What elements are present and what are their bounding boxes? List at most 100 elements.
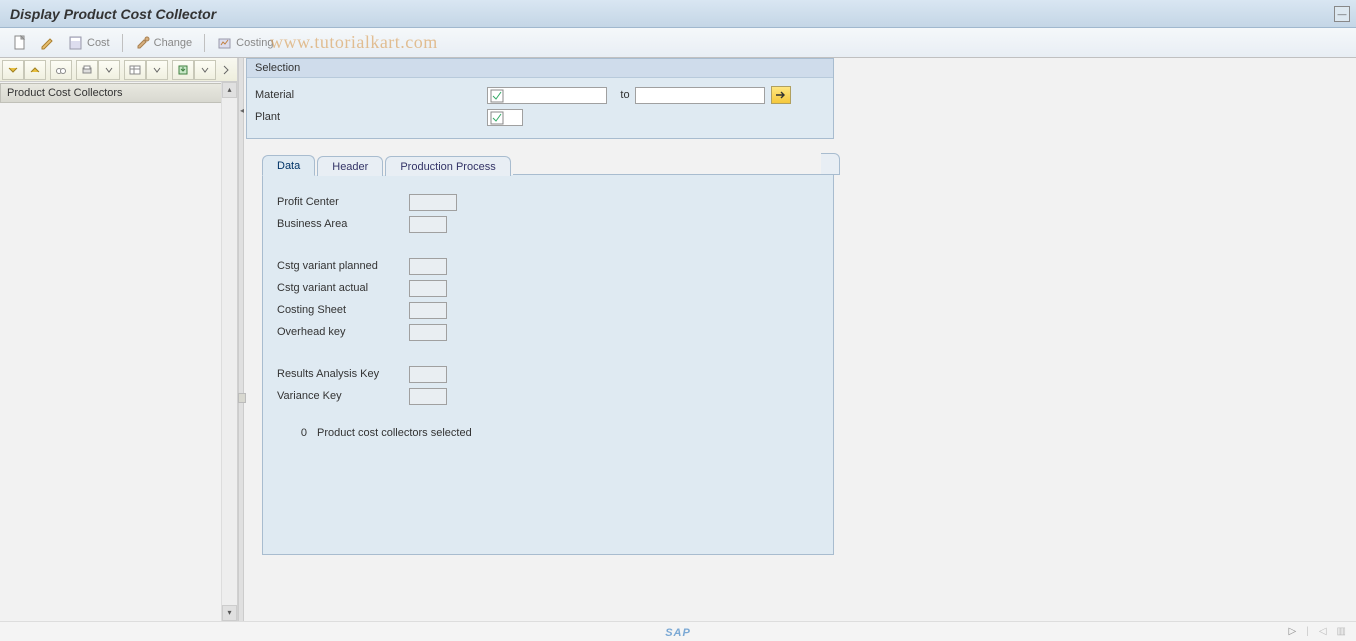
plant-row: Plant <box>255 106 825 128</box>
cstg-actual-input[interactable] <box>409 280 447 297</box>
tab-production-process[interactable]: Production Process <box>385 156 510 176</box>
binoculars-icon <box>55 64 67 76</box>
toolbar-separator <box>204 34 205 52</box>
profit-center-input[interactable] <box>409 194 457 211</box>
variance-key-row: Variance Key <box>277 385 819 407</box>
status-arrow-icon[interactable]: ▷ <box>1289 626 1297 637</box>
cstg-planned-input[interactable] <box>409 258 447 275</box>
tab-panel-data: Profit Center Business Area Cstg variant… <box>262 175 834 555</box>
costing-label: Costing <box>236 37 273 49</box>
business-area-label: Business Area <box>277 218 409 230</box>
plant-label: Plant <box>255 111 487 123</box>
edit-button[interactable] <box>36 33 60 53</box>
export-dropdown-button[interactable] <box>194 60 216 80</box>
cost-button[interactable]: Cost <box>64 33 114 53</box>
cost-label: Cost <box>87 37 110 49</box>
chevron-down-icon <box>151 64 163 76</box>
tab-strip: Data Header Production Process <box>262 153 834 175</box>
layout-button[interactable] <box>124 60 146 80</box>
tree-column-header[interactable]: Product Cost Collectors <box>0 83 237 103</box>
business-area-input[interactable] <box>409 216 447 233</box>
grid-icon <box>129 64 141 76</box>
costing-sheet-label: Costing Sheet <box>277 304 409 316</box>
sap-logo: SAP <box>665 627 691 639</box>
cstg-actual-row: Cstg variant actual <box>277 277 819 299</box>
arrow-right-icon <box>775 90 787 100</box>
title-bar: Display Product Cost Collector — <box>0 0 1356 28</box>
costing-sheet-input[interactable] <box>409 302 447 319</box>
selection-title: Selection <box>247 59 833 78</box>
cstg-planned-label: Cstg variant planned <box>277 260 409 272</box>
layout-dropdown-button[interactable] <box>146 60 168 80</box>
cstg-planned-row: Cstg variant planned <box>277 255 819 277</box>
profit-center-row: Profit Center <box>277 191 819 213</box>
overhead-key-row: Overhead key <box>277 321 819 343</box>
splitter-collapse-icon[interactable]: ◂ <box>239 106 245 124</box>
results-key-label: Results Analysis Key <box>277 368 409 380</box>
change-label: Change <box>154 37 193 49</box>
status-text: Product cost collectors selected <box>317 427 472 439</box>
business-area-row: Business Area <box>277 213 819 235</box>
main-area: Product Cost Collectors ▴ ▾ ◂ Selection … <box>0 58 1356 621</box>
results-key-row: Results Analysis Key <box>277 363 819 385</box>
overhead-key-input[interactable] <box>409 324 447 341</box>
chevron-down-icon <box>103 64 115 76</box>
chevron-down-icon <box>199 64 211 76</box>
document-icon <box>12 35 28 51</box>
scroll-up-icon[interactable]: ▴ <box>222 82 237 98</box>
print-button[interactable] <box>76 60 98 80</box>
minimize-icon[interactable]: — <box>1334 6 1350 22</box>
calculator-icon <box>68 35 84 51</box>
change-icon <box>135 35 151 51</box>
tab-header[interactable]: Header <box>317 156 383 176</box>
change-button[interactable]: Change <box>131 33 197 53</box>
search-help-icon[interactable] <box>490 89 504 103</box>
variance-key-label: Variance Key <box>277 390 409 402</box>
search-help-icon[interactable] <box>490 111 504 125</box>
results-key-input[interactable] <box>409 366 447 383</box>
expand-icon <box>7 64 19 76</box>
material-row: Material to <box>255 84 825 106</box>
costing-sheet-row: Costing Sheet <box>277 299 819 321</box>
panel-splitter[interactable]: ◂ <box>238 58 244 621</box>
toolbar-separator <box>122 34 123 52</box>
right-panel: Selection Material to Plant <box>244 58 1356 621</box>
left-panel: Product Cost Collectors ▴ ▾ <box>0 58 238 621</box>
tree-vertical-scrollbar[interactable]: ▴ ▾ <box>221 82 237 621</box>
chevron-right-icon <box>220 64 232 76</box>
costing-button[interactable]: Costing <box>213 33 277 53</box>
material-label: Material <box>255 89 487 101</box>
variance-key-input[interactable] <box>409 388 447 405</box>
application-toolbar: Cost Change Costing www.tutorialkart.com <box>0 28 1356 58</box>
multiple-selection-button[interactable] <box>771 86 791 104</box>
tree-toolbar <box>0 58 237 82</box>
selection-groupbox: Selection Material to Plant <box>246 58 834 139</box>
print-dropdown-button[interactable] <box>98 60 120 80</box>
find-button[interactable] <box>50 60 72 80</box>
status-count: 0 <box>277 427 317 439</box>
overhead-key-label: Overhead key <box>277 326 409 338</box>
status-nav-back-icon[interactable]: ◁ <box>1319 626 1327 637</box>
export-button[interactable] <box>172 60 194 80</box>
collapse-button[interactable] <box>24 60 46 80</box>
cstg-actual-label: Cstg variant actual <box>277 282 409 294</box>
scroll-down-icon[interactable]: ▾ <box>222 605 237 621</box>
toolbar-more-button[interactable] <box>220 60 232 80</box>
tab-data[interactable]: Data <box>262 155 315 176</box>
window-title: Display Product Cost Collector <box>10 6 216 22</box>
new-document-button[interactable] <box>8 33 32 53</box>
detail-tabs: Data Header Production Process Profit Ce… <box>262 153 834 555</box>
splitter-grip-icon[interactable] <box>238 393 246 403</box>
watermark-text: www.tutorialkart.com <box>270 32 438 53</box>
material-from-input[interactable] <box>487 87 607 104</box>
profit-center-label: Profit Center <box>277 196 409 208</box>
expand-button[interactable] <box>2 60 24 80</box>
export-icon <box>177 64 189 76</box>
material-to-input[interactable] <box>635 87 765 104</box>
to-label: to <box>607 89 635 101</box>
collapse-icon <box>29 64 41 76</box>
print-icon <box>81 64 93 76</box>
costing-icon <box>217 35 233 51</box>
status-menu-icon[interactable]: ▥ <box>1337 626 1346 637</box>
pencil-icon <box>40 35 56 51</box>
